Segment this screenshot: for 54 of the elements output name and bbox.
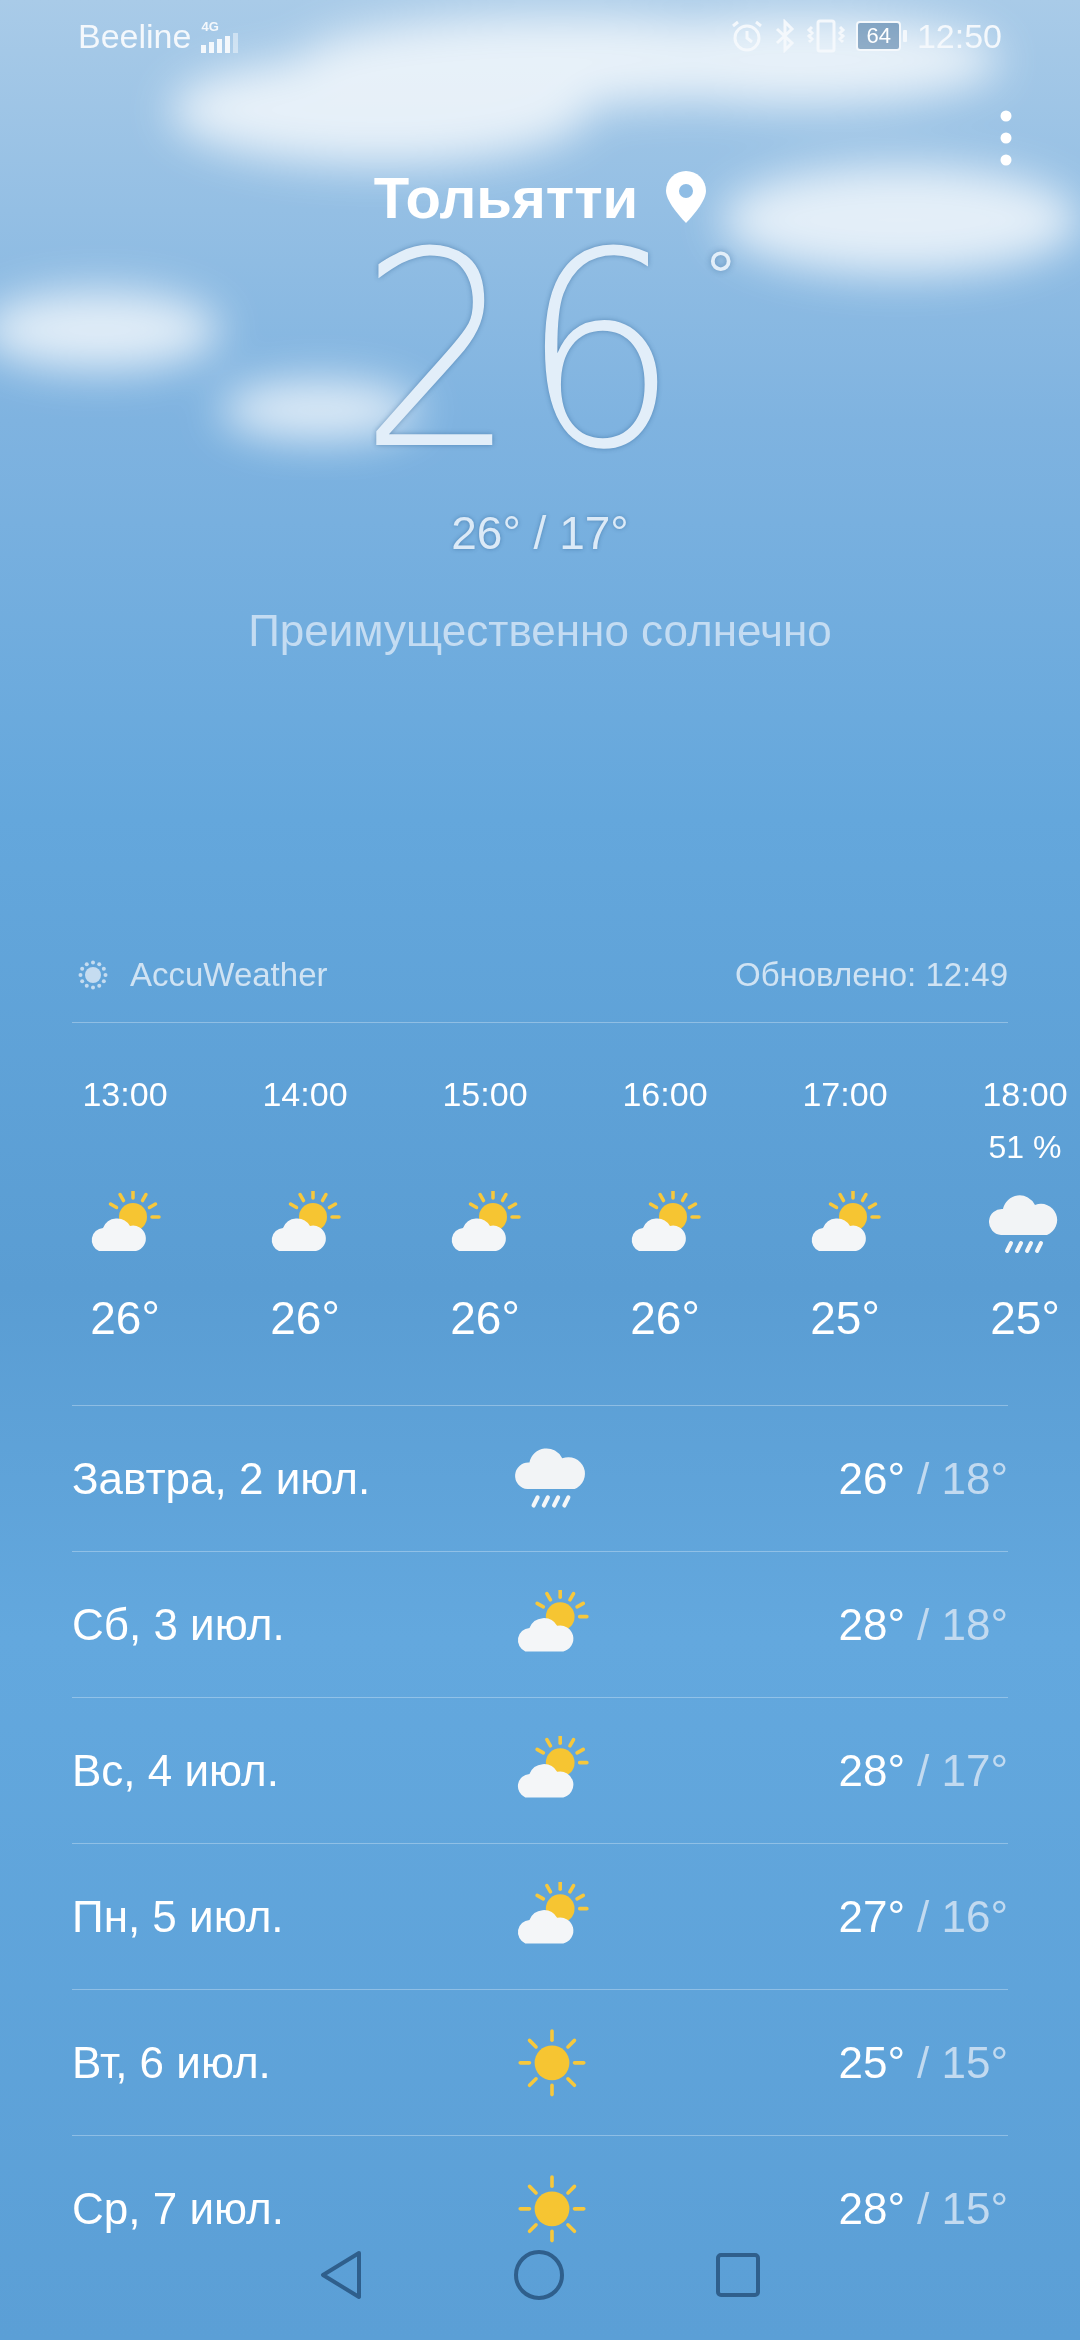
menu-icon bbox=[1000, 110, 1012, 166]
forecast-day: Ср, 7 июл. bbox=[72, 2183, 482, 2234]
bluetooth-icon bbox=[774, 19, 797, 53]
hour-time: 16:00 bbox=[622, 1075, 708, 1115]
location-pin-icon bbox=[666, 171, 707, 223]
low-temperature: / 15° bbox=[917, 2183, 1008, 2234]
weather-condition: Преимущественно солнечно bbox=[247, 606, 833, 656]
vibrate-icon bbox=[806, 19, 847, 53]
hour-temperature: 25° bbox=[810, 1291, 880, 1345]
low-temperature: / 18° bbox=[917, 1453, 1008, 1504]
forecast-day: Сб, 3 июл. bbox=[72, 1599, 482, 1650]
forecast-day: Пн, 5 июл. bbox=[72, 1891, 482, 1942]
forecast-day: Вс, 4 июл. bbox=[72, 1745, 482, 1796]
battery-level: 64 bbox=[856, 21, 901, 51]
high-low-temperature: 26° / 17° bbox=[450, 506, 630, 560]
updated-time: Обновлено: 12:49 bbox=[734, 956, 1008, 994]
degree-sign: ° bbox=[706, 237, 735, 318]
sun-icon bbox=[78, 960, 108, 990]
home-button[interactable] bbox=[513, 2249, 565, 2301]
city-name: Тольятти bbox=[373, 163, 639, 231]
hour-time: 15:00 bbox=[442, 1075, 528, 1115]
home-icon bbox=[513, 2249, 565, 2301]
low-temperature: / 17° bbox=[917, 1745, 1008, 1796]
provider-name: AccuWeather bbox=[130, 956, 328, 994]
low-temperature: / 16° bbox=[917, 1891, 1008, 1942]
high-temperature: 28° bbox=[838, 1599, 905, 1650]
recent-apps-icon bbox=[715, 2252, 761, 2298]
carrier-name: Beeline bbox=[78, 16, 192, 56]
hour-temperature: 25° bbox=[990, 1291, 1060, 1345]
alarm-clock-icon bbox=[730, 19, 765, 53]
hour-temperature: 26° bbox=[90, 1291, 160, 1345]
high-temperature: 28° bbox=[838, 1745, 905, 1796]
hour-time: 17:00 bbox=[802, 1075, 888, 1115]
network-type: 4G bbox=[201, 19, 219, 33]
forecast-day: Завтра, 2 июл. bbox=[72, 1453, 482, 1504]
forecast-day: Вт, 6 июл. bbox=[72, 2037, 482, 2088]
high-temperature: 25° bbox=[838, 2037, 905, 2088]
hour-temperature: 26° bbox=[270, 1291, 340, 1345]
hour-temperature: 26° bbox=[630, 1291, 700, 1345]
hour-time: 14:00 bbox=[262, 1075, 348, 1115]
low-temperature: / 18° bbox=[917, 1599, 1008, 1650]
back-icon bbox=[319, 2250, 363, 2300]
precipitation-chance: 51 % bbox=[988, 1129, 1062, 1165]
hour-time: 13:00 bbox=[82, 1075, 168, 1115]
hour-time: 18:00 bbox=[982, 1075, 1068, 1115]
hour-temperature: 26° bbox=[450, 1291, 520, 1345]
recent-apps-button[interactable] bbox=[715, 2252, 761, 2298]
low-temperature: / 15° bbox=[917, 2037, 1008, 2088]
high-temperature: 28° bbox=[838, 2183, 905, 2234]
clock-time: 12:50 bbox=[916, 16, 1002, 56]
high-temperature: 26° bbox=[838, 1453, 905, 1504]
current-temperature: 26 bbox=[359, 232, 683, 472]
high-temperature: 27° bbox=[838, 1891, 905, 1942]
back-button[interactable] bbox=[319, 2250, 363, 2300]
